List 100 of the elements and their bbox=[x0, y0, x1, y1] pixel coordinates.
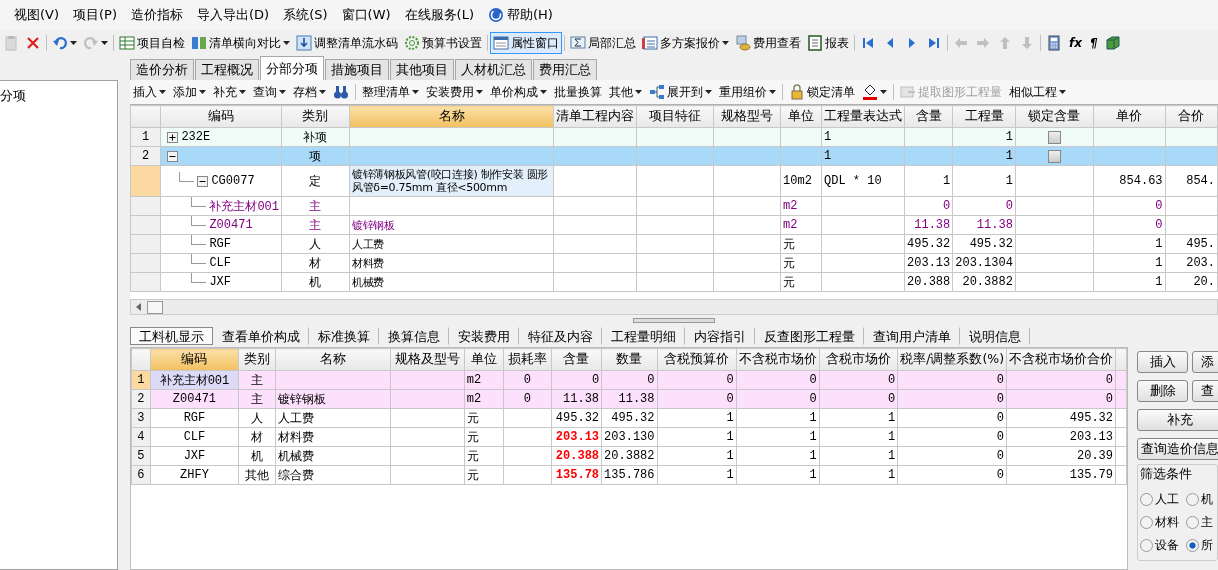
toolbar-button[interactable]: fx bbox=[1065, 32, 1086, 54]
column-header[interactable]: 编码 bbox=[160, 105, 282, 128]
column-header[interactable]: 工程量 bbox=[952, 105, 1016, 128]
column-header[interactable]: 含量 bbox=[904, 105, 953, 128]
menu-item[interactable]: 造价指标 bbox=[125, 3, 190, 27]
column-header[interactable]: 不含税市场价合价 bbox=[1006, 348, 1116, 371]
tab[interactable]: 反查图形工程量 bbox=[755, 327, 864, 345]
column-header[interactable]: 类别 bbox=[281, 105, 350, 128]
menu-item[interactable]: 视图(V) bbox=[8, 3, 66, 27]
tab[interactable]: 分部分项 bbox=[260, 56, 324, 80]
column-header[interactable]: 规格及型号 bbox=[390, 348, 465, 371]
toolbar-button[interactable]: 相似工程 bbox=[1006, 81, 1069, 103]
column-header[interactable]: 含量 bbox=[551, 348, 602, 371]
column-header[interactable]: 含税市场价 bbox=[819, 348, 898, 371]
column-header[interactable]: 项目特征 bbox=[636, 105, 714, 128]
toolbar-button[interactable]: 其他 bbox=[606, 81, 645, 103]
column-header[interactable]: 数量 bbox=[601, 348, 657, 371]
tab[interactable]: 造价分析 bbox=[130, 59, 194, 80]
toolbar-button[interactable]: 整理清单 bbox=[359, 81, 422, 103]
menu-item[interactable]: 导入导出(D) bbox=[191, 3, 276, 27]
checkbox[interactable] bbox=[1047, 131, 1061, 144]
tab[interactable]: 特征及内容 bbox=[519, 327, 602, 345]
column-header[interactable]: 工程量表达式 bbox=[821, 105, 905, 128]
toolbar-button[interactable]: 费用查看 bbox=[732, 32, 804, 54]
splitter-handle[interactable] bbox=[633, 317, 715, 323]
tab[interactable]: 工程量明细 bbox=[602, 327, 685, 345]
toolbar-button[interactable]: 项目自检 bbox=[116, 32, 188, 54]
column-header[interactable]: 名称 bbox=[275, 348, 391, 371]
scrollbar-thumb[interactable] bbox=[147, 300, 163, 314]
tab[interactable]: 标准换算 bbox=[309, 327, 379, 345]
column-header[interactable]: 编码 bbox=[150, 348, 239, 371]
tab[interactable]: 费用汇总 bbox=[533, 59, 597, 80]
column-header[interactable]: 损耗率 bbox=[503, 348, 552, 371]
tab[interactable]: 安装费用 bbox=[449, 327, 519, 345]
tab[interactable]: 措施项目 bbox=[325, 59, 389, 80]
radio-button[interactable] bbox=[1186, 493, 1199, 506]
checkbox[interactable] bbox=[1047, 150, 1061, 163]
radio-option[interactable]: 设备 bbox=[1140, 537, 1186, 554]
tab[interactable]: 内容指引 bbox=[685, 327, 755, 345]
toolbar-button[interactable]: 安装费用 bbox=[423, 81, 486, 103]
menu-item[interactable]: 窗口(W) bbox=[335, 3, 397, 27]
tab[interactable]: 说明信息 bbox=[960, 327, 1030, 345]
menu-item[interactable]: 帮助(H) bbox=[482, 3, 559, 27]
column-header[interactable]: 单位 bbox=[780, 105, 822, 128]
toolbar-button[interactable]: 添加 bbox=[170, 81, 209, 103]
scroll-left-icon[interactable] bbox=[135, 303, 143, 311]
toolbar-button[interactable]: 清单横向对比 bbox=[188, 32, 293, 54]
radio-option[interactable]: 主 bbox=[1186, 514, 1216, 531]
side-button[interactable]: 补充 bbox=[1137, 409, 1218, 431]
radio-button[interactable] bbox=[1140, 493, 1153, 506]
menu-item[interactable]: 系统(S) bbox=[277, 3, 334, 27]
toolbar-button[interactable]: 多方案报价 bbox=[639, 32, 732, 54]
toolbar-button[interactable]: 预算书设置 bbox=[401, 32, 485, 54]
column-header[interactable]: 不含税市场价 bbox=[736, 348, 820, 371]
column-header[interactable]: 合价 bbox=[1165, 105, 1218, 128]
column-header[interactable]: 含税预算价 bbox=[657, 348, 737, 371]
tab[interactable]: 换算信息 bbox=[379, 327, 449, 345]
side-button[interactable]: 删除 bbox=[1137, 380, 1188, 402]
toolbar-button[interactable]: 插入 bbox=[130, 81, 169, 103]
tab[interactable]: 工程概况 bbox=[195, 59, 259, 80]
menu-item[interactable]: 在线服务(L) bbox=[398, 3, 480, 27]
side-button[interactable]: 查 bbox=[1192, 380, 1218, 402]
toolbar-button[interactable]: 单价构成 bbox=[487, 81, 550, 103]
column-header[interactable]: 类别 bbox=[238, 348, 276, 371]
tab[interactable]: 人材机汇总 bbox=[455, 59, 532, 80]
tab[interactable]: 查询用户清单 bbox=[864, 327, 960, 345]
toolbar-button[interactable]: 批量换算 bbox=[551, 81, 605, 103]
side-button[interactable]: 查询造价信息 bbox=[1137, 438, 1218, 460]
radio-button[interactable] bbox=[1140, 516, 1153, 529]
column-header[interactable]: 税率/调整系数(%) bbox=[897, 348, 1007, 371]
toolbar-button[interactable]: ¶ bbox=[1085, 32, 1102, 54]
column-header[interactable]: 单位 bbox=[464, 348, 504, 371]
column-header[interactable]: 锁定含量 bbox=[1015, 105, 1094, 128]
menu-item[interactable]: 项目(P) bbox=[67, 3, 124, 27]
tab[interactable]: 其他项目 bbox=[390, 59, 454, 80]
horizontal-scrollbar[interactable] bbox=[130, 299, 1218, 315]
toolbar-button[interactable]: 属性窗口 bbox=[490, 32, 562, 54]
toolbar-button[interactable]: 报表 bbox=[804, 32, 852, 54]
column-header[interactable]: 单价 bbox=[1093, 105, 1166, 128]
toolbar-button[interactable]: 调整清单流水码 bbox=[293, 32, 401, 54]
tab[interactable]: 查看单价构成 bbox=[213, 327, 309, 345]
side-button[interactable]: 插入 bbox=[1137, 351, 1188, 373]
column-header[interactable]: 名称 bbox=[349, 105, 554, 128]
toolbar-button[interactable]: 存档 bbox=[290, 81, 329, 103]
column-header[interactable]: 规格型号 bbox=[713, 105, 781, 128]
toolbar-button[interactable]: 补充 bbox=[210, 81, 249, 103]
column-header[interactable]: 清单工程内容 bbox=[553, 105, 637, 128]
toolbar-button[interactable]: 重用组价 bbox=[716, 81, 779, 103]
toolbar-button[interactable]: 局部汇总 bbox=[567, 32, 639, 54]
collapse-icon[interactable] bbox=[167, 150, 179, 162]
radio-option[interactable]: 材料 bbox=[1140, 514, 1186, 531]
side-button[interactable]: 添 bbox=[1192, 351, 1218, 373]
collapse-icon[interactable] bbox=[197, 175, 209, 187]
radio-option[interactable]: 所 bbox=[1186, 537, 1216, 554]
toolbar-button[interactable]: 锁定清单 bbox=[786, 81, 858, 103]
expand-icon[interactable] bbox=[167, 131, 179, 143]
toolbar-button[interactable]: 查询 bbox=[250, 81, 289, 103]
radio-option[interactable]: 机 bbox=[1186, 491, 1216, 508]
radio-button[interactable] bbox=[1186, 539, 1199, 552]
tab[interactable]: 工料机显示 bbox=[130, 327, 213, 345]
